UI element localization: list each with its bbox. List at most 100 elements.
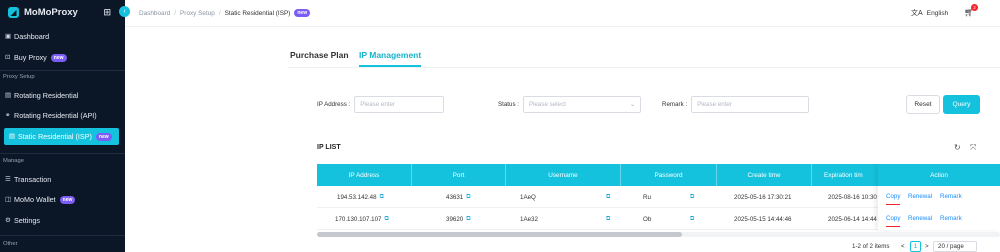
copy-link[interactable]: Copy xyxy=(886,193,901,205)
column-header-create-time: Create time xyxy=(717,164,812,186)
cell-username: 1Ae32 xyxy=(520,208,538,230)
sidebar-item-label: Rotating Residential (API) xyxy=(14,111,97,120)
document-icon: ▤ xyxy=(5,91,12,99)
password-value: Ru xyxy=(643,193,651,201)
sidebar-item-label: Static Residential (ISP) xyxy=(18,132,92,141)
section-other: Other xyxy=(3,241,18,247)
renewal-link[interactable]: Renewal xyxy=(908,193,932,200)
sidebar-item-label: Settings xyxy=(14,216,40,225)
app-root: ◢ MoMoProxy ⊞ ▣ Dashboard ⊡ Buy Proxy ne… xyxy=(0,0,1000,252)
breadcrumb-separator: / xyxy=(218,9,221,17)
cell-password: Ru xyxy=(643,186,651,208)
page-number-current[interactable]: 1 xyxy=(910,241,921,252)
sidebar-item-buy-proxy[interactable]: ⊡ Buy Proxy new xyxy=(0,49,125,66)
status-select[interactable]: Please select ⌄ xyxy=(522,96,641,113)
chevron-left-icon: ‹ xyxy=(123,8,126,15)
column-header-ip-address: IP Address xyxy=(317,164,412,186)
brand[interactable]: ◢ MoMoProxy ⊞ xyxy=(0,0,125,24)
breadcrumb-item-dashboard[interactable]: Dashboard xyxy=(139,10,170,17)
section-proxy-setup: Proxy Setup xyxy=(3,74,35,80)
collapse-sidebar-button[interactable]: ‹ xyxy=(119,6,130,17)
cell-ip-address: 170.130.107.107 ⧉ xyxy=(335,208,389,230)
page-size-select[interactable]: 20 / page xyxy=(933,241,977,252)
divider xyxy=(0,153,125,154)
filter-ip-address: IP Address : Please enter xyxy=(317,96,445,113)
cell-expiration-time: 2025-06-14 14:44 xyxy=(828,215,877,223)
cart-count-badge: 2 xyxy=(971,4,978,11)
new-badge: new xyxy=(50,53,67,62)
apps-grid-icon[interactable]: ⊞ xyxy=(103,7,111,18)
sidebar-item-dashboard[interactable]: ▣ Dashboard xyxy=(0,28,125,45)
sidebar-item-transaction[interactable]: ☰ Transaction xyxy=(0,171,125,188)
divider xyxy=(0,235,125,236)
sidebar-item-settings[interactable]: ⚙ Settings xyxy=(0,212,125,229)
prev-page-icon[interactable]: < xyxy=(901,243,905,250)
document-icon: ▤ xyxy=(9,132,16,140)
breadcrumb-item-proxy-setup[interactable]: Proxy Setup xyxy=(180,10,215,17)
ip-value: 170.130.107.107 xyxy=(335,215,382,223)
sidebar-item-rotating-residential-api[interactable]: ⚭ Rotating Residential (API) xyxy=(0,107,125,124)
new-badge: new xyxy=(59,195,76,204)
reset-button[interactable]: Reset xyxy=(906,95,940,114)
wallet-icon: ◫ xyxy=(5,195,12,203)
topbar: Dashboard / Proxy Setup / Static Residen… xyxy=(125,0,1000,27)
username-value: 1Ae32 xyxy=(520,215,538,223)
sidebar-item-static-residential[interactable]: ▤ Static Residential (ISP) new xyxy=(4,128,119,145)
divider xyxy=(0,70,125,71)
language-switcher[interactable]: 文A English xyxy=(911,8,948,18)
cell-ip-address: 194.53.142.48 ⧉ xyxy=(337,186,384,208)
list-icon: ☰ xyxy=(5,175,11,183)
tab-purchase-plan[interactable]: Purchase Plan xyxy=(290,50,349,60)
section-manage: Manage xyxy=(3,158,24,164)
cart-icon: ⊡ xyxy=(5,53,11,61)
sidebar-item-rotating-residential[interactable]: ▤ Rotating Residential xyxy=(0,87,125,104)
copy-link[interactable]: Copy xyxy=(886,215,901,227)
remark-label: Remark : xyxy=(662,101,688,108)
horizontal-scrollbar[interactable] xyxy=(317,232,1000,237)
cell-create-time: 2025-05-15 14:44:46 xyxy=(734,215,792,223)
port-value: 39620 xyxy=(446,215,464,223)
gear-icon: ⚙ xyxy=(5,216,11,224)
sidebar-item-label: Rotating Residential xyxy=(14,91,79,100)
remark-link[interactable]: Remark xyxy=(940,193,962,200)
ip-address-label: IP Address : xyxy=(317,101,351,108)
cell-username: 1AeQ xyxy=(520,186,536,208)
column-header-expiration-time: Expiration tim xyxy=(812,164,882,186)
ip-table: IP Address Port Username Password Create… xyxy=(317,164,1000,237)
remark-input[interactable]: Please enter xyxy=(691,96,810,113)
chevron-down-icon: ⌄ xyxy=(629,102,635,108)
fullscreen-icon[interactable]: ⤧ xyxy=(970,143,976,153)
link-icon: ⚭ xyxy=(5,111,11,119)
action-column: Action Copy Renewal Remark Copy Renewal … xyxy=(878,164,1000,230)
copy-icon[interactable]: ⧉ xyxy=(606,186,610,208)
copy-icon[interactable]: ⧉ xyxy=(466,216,470,223)
cell-password: Ob xyxy=(643,208,651,230)
scrollbar-thumb[interactable] xyxy=(317,232,682,237)
copy-icon[interactable]: ⧉ xyxy=(606,208,610,230)
cell-port: 43631 ⧉ xyxy=(446,186,471,208)
copy-icon[interactable]: ⧉ xyxy=(380,194,384,201)
password-value: Ob xyxy=(643,215,652,223)
ip-list-title: IP LIST xyxy=(317,144,341,151)
breadcrumb-separator: / xyxy=(174,9,177,17)
sidebar: ◢ MoMoProxy ⊞ ▣ Dashboard ⊡ Buy Proxy ne… xyxy=(0,0,125,252)
sidebar-item-label: Transaction xyxy=(14,175,52,184)
copy-icon[interactable]: ⧉ xyxy=(466,194,470,201)
copy-icon[interactable]: ⧉ xyxy=(384,216,388,223)
tab-ip-management[interactable]: IP Management xyxy=(359,50,421,60)
copy-icon[interactable]: ⧉ xyxy=(690,208,694,230)
remark-link[interactable]: Remark xyxy=(940,215,962,222)
copy-icon[interactable]: ⧉ xyxy=(690,186,694,208)
ip-address-input[interactable]: Please enter xyxy=(354,96,445,113)
sidebar-item-label: Buy Proxy xyxy=(14,53,47,62)
query-button[interactable]: Query xyxy=(943,95,980,114)
renewal-link[interactable]: Renewal xyxy=(908,215,932,222)
next-page-icon[interactable]: > xyxy=(925,243,929,250)
username-value: 1AeQ xyxy=(520,193,536,201)
refresh-icon[interactable]: ↻ xyxy=(954,143,961,152)
language-label: English xyxy=(926,9,949,17)
tabs-divider xyxy=(288,67,1000,68)
sidebar-item-label: Dashboard xyxy=(14,32,50,41)
filter-status: Status : Please select ⌄ xyxy=(498,96,641,113)
sidebar-item-momo-wallet[interactable]: ◫ MoMo Wallet new xyxy=(0,191,125,208)
